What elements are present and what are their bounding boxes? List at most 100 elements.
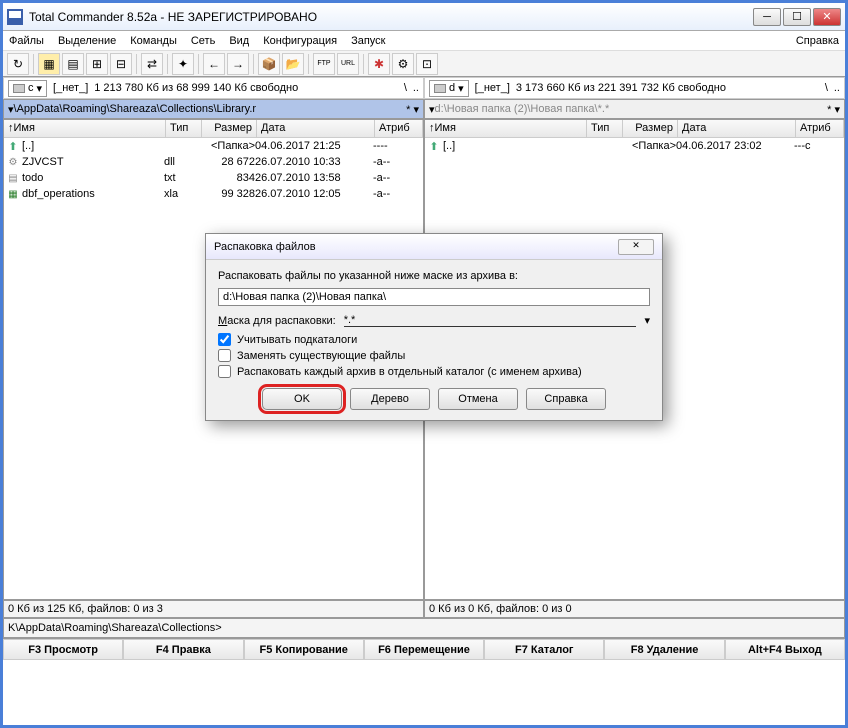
tree-view-icon[interactable]: ⊟ (110, 53, 132, 75)
full-view-icon[interactable]: ▤ (62, 53, 84, 75)
check-replace[interactable]: Заменять существующие файлы (218, 349, 650, 362)
ftp-icon[interactable]: FTP (313, 53, 335, 75)
dialog-close-button[interactable]: ✕ (618, 239, 654, 255)
right-drive-bar: d ▾ [_нет_] 3 173 660 Кб из 221 391 732 … (424, 77, 845, 99)
left-root-button[interactable]: \ (404, 82, 407, 94)
file-date: 26.07.2010 10:33 (255, 156, 373, 168)
unpack-icon[interactable]: 📂 (282, 53, 304, 75)
menu-run[interactable]: Запуск (351, 35, 385, 47)
col-date[interactable]: Дата (257, 120, 375, 137)
file-type: dll (164, 156, 200, 168)
magic-icon[interactable]: ✦ (172, 53, 194, 75)
close-button[interactable]: ✕ (813, 8, 841, 26)
menubar: Файлы Выделение Команды Сеть Вид Конфигу… (3, 31, 845, 51)
pack-icon[interactable]: 📦 (258, 53, 280, 75)
file-attr: ---c (794, 140, 842, 152)
dialog-titlebar[interactable]: Распаковка файлов ✕ (206, 234, 662, 260)
command-line[interactable]: K\AppData\Roaming\Shareaza\Collections> (3, 618, 845, 638)
file-date: 04.06.2017 21:25 (255, 140, 373, 152)
file-row[interactable]: ▤todotxt834 26.07.2010 13:58 -a-- (4, 170, 423, 186)
file-name: [..] (443, 140, 585, 152)
menu-net[interactable]: Сеть (191, 35, 215, 47)
tree-button[interactable]: Дерево (350, 388, 430, 410)
file-row[interactable]: ⬆[..]<Папка> 04.06.2017 21:25 ---- (4, 138, 423, 154)
file-date: 26.07.2010 12:05 (255, 188, 373, 200)
f5-button[interactable]: F5 Копирование (244, 639, 364, 660)
file-date: 26.07.2010 13:58 (255, 172, 373, 184)
unpack-dialog: Распаковка файлов ✕ Распаковать файлы по… (205, 233, 663, 421)
right-path[interactable]: ▾d:\Новая папка (2)\Новая папка\*.** ▾ (424, 99, 845, 119)
file-icon: ⬆ (427, 139, 441, 153)
menu-help[interactable]: Справка (796, 35, 839, 47)
file-size: <Папка> (200, 140, 255, 152)
compare-icon[interactable]: ⊡ (416, 53, 438, 75)
f7-button[interactable]: F7 Каталог (484, 639, 604, 660)
brief-view-icon[interactable]: ▦ (38, 53, 60, 75)
mask-dropdown-icon[interactable]: ▾ (644, 314, 650, 327)
ok-button[interactable]: OK (262, 388, 342, 410)
f4-button[interactable]: F4 Правка (123, 639, 243, 660)
file-icon: ▤ (6, 171, 20, 185)
col-size[interactable]: Размер (623, 120, 678, 137)
file-size: <Папка> (621, 140, 676, 152)
left-up-button[interactable]: .. (413, 82, 419, 94)
toolbar: ↻ ▦ ▤ ⊞ ⊟ ⇄ ✦ ← → 📦 📂 FTP URL ✱ ⚙ ⊡ (3, 51, 845, 77)
file-icon: ⚙ (6, 155, 20, 169)
col-type[interactable]: Тип (587, 120, 623, 137)
col-attr[interactable]: Атриб (375, 120, 423, 137)
altf4-button[interactable]: Alt+F4 Выход (725, 639, 845, 660)
right-space: 3 173 660 Кб из 221 391 732 Кб свободно (516, 82, 726, 94)
right-drive-select[interactable]: d ▾ (429, 80, 469, 97)
check-subdirs[interactable]: Учитывать подкаталоги (218, 333, 650, 346)
col-size[interactable]: Размер (202, 120, 257, 137)
left-space: 1 213 780 Кб из 68 999 140 Кб свободно (94, 82, 298, 94)
col-date[interactable]: Дата (678, 120, 796, 137)
left-drive-select[interactable]: c ▾ (8, 80, 47, 97)
back-icon[interactable]: ← (203, 53, 225, 75)
mask-input[interactable] (344, 314, 637, 327)
titlebar[interactable]: Total Commander 8.52a - НЕ ЗАРЕГИСТРИРОВ… (3, 3, 845, 31)
file-icon: ▦ (6, 187, 20, 201)
file-date: 04.06.2017 23:02 (676, 140, 794, 152)
file-type: xla (164, 188, 200, 200)
file-row[interactable]: ⬆[..] <Папка> 04.06.2017 23:02 ---c (425, 138, 844, 154)
thumb-view-icon[interactable]: ⊞ (86, 53, 108, 75)
file-row[interactable]: ⚙ZJVCSTdll28 672 26.07.2010 10:33 -a-- (4, 154, 423, 170)
file-row[interactable]: ▦dbf_operationsxla99 328 26.07.2010 12:0… (4, 186, 423, 202)
url-icon[interactable]: URL (337, 53, 359, 75)
forward-icon[interactable]: → (227, 53, 249, 75)
right-root-button[interactable]: \ (825, 82, 828, 94)
col-name[interactable]: ↑Имя (425, 120, 587, 137)
menu-view[interactable]: Вид (229, 35, 249, 47)
mask-label: ММаска для распаковки:аска для распаковк… (218, 315, 336, 327)
menu-commands[interactable]: Команды (130, 35, 177, 47)
col-attr[interactable]: Атриб (796, 120, 844, 137)
cancel-button[interactable]: Отмена (438, 388, 518, 410)
menu-config[interactable]: Конфигурация (263, 35, 337, 47)
file-name: todo (22, 172, 164, 184)
file-name: ZJVCST (22, 156, 164, 168)
unpack-path-input[interactable] (218, 288, 650, 306)
config-icon[interactable]: ⚙ (392, 53, 414, 75)
menu-selection[interactable]: Выделение (58, 35, 116, 47)
main-window: Total Commander 8.52a - НЕ ЗАРЕГИСТРИРОВ… (0, 0, 848, 728)
right-headers: ↑Имя Тип Размер Дата Атриб (425, 120, 844, 138)
menu-files[interactable]: Файлы (9, 35, 44, 47)
refresh-icon[interactable]: ↻ (7, 53, 29, 75)
right-status: 0 Кб из 0 Кб, файлов: 0 из 0 (424, 600, 845, 618)
app-icon (7, 9, 23, 25)
invert-icon[interactable]: ⇄ (141, 53, 163, 75)
help-button[interactable]: Справка (526, 388, 606, 410)
f6-button[interactable]: F6 Перемещение (364, 639, 484, 660)
check-separate[interactable]: Распаковать каждый архив в отдельный кат… (218, 365, 650, 378)
maximize-button[interactable]: ☐ (783, 8, 811, 26)
left-path[interactable]: ▾\AppData\Roaming\Shareaza\Collections\L… (3, 99, 424, 119)
f3-button[interactable]: F3 Просмотр (3, 639, 123, 660)
col-type[interactable]: Тип (166, 120, 202, 137)
right-up-button[interactable]: .. (834, 82, 840, 94)
f8-button[interactable]: F8 Удаление (604, 639, 724, 660)
star-icon[interactable]: ✱ (368, 53, 390, 75)
drive-icon (434, 84, 446, 93)
col-name[interactable]: ↑Имя (4, 120, 166, 137)
minimize-button[interactable]: ─ (753, 8, 781, 26)
